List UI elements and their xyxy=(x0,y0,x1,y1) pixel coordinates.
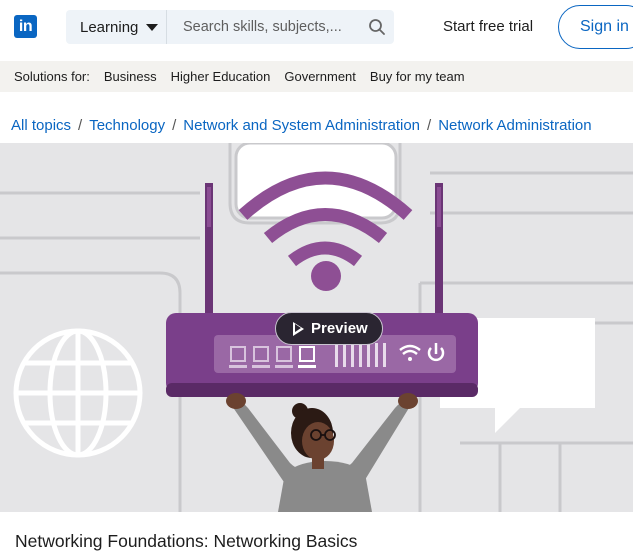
breadcrumb-separator: / xyxy=(427,117,432,134)
subnav-item-buy-for-team[interactable]: Buy for my team xyxy=(370,69,465,84)
subnav-item-business[interactable]: Business xyxy=(104,69,157,84)
breadcrumb: All topics / Technology / Network and System… xyxy=(11,117,592,134)
breadcrumb-network-system-admin[interactable]: Network and System Administration xyxy=(183,117,420,134)
preview-button[interactable]: Preview xyxy=(275,312,383,345)
solutions-subnav: Solutions for: Business Higher Education… xyxy=(0,61,633,92)
product-dropdown[interactable]: Learning xyxy=(66,10,167,44)
course-preview-image[interactable]: Preview xyxy=(0,143,633,512)
top-header: in Learning Start free trial Sign in xyxy=(0,0,633,56)
search-icon xyxy=(369,19,385,35)
breadcrumb-separator: / xyxy=(78,117,83,134)
product-label: Learning xyxy=(80,18,139,36)
search-bar: Learning xyxy=(66,10,394,44)
search-button[interactable] xyxy=(360,10,394,44)
chevron-down-icon xyxy=(146,23,159,31)
breadcrumb-separator: / xyxy=(172,117,177,134)
breadcrumb-all-topics[interactable]: All topics xyxy=(11,117,71,134)
globe-icon xyxy=(13,328,143,458)
course-title: Networking Foundations: Networking Basic… xyxy=(15,531,358,551)
subnav-label: Solutions for: xyxy=(14,69,90,84)
start-free-trial-link[interactable]: Start free trial xyxy=(443,18,533,35)
breadcrumb-technology[interactable]: Technology xyxy=(89,117,165,134)
person-figure xyxy=(226,393,418,512)
sign-in-button[interactable]: Sign in xyxy=(558,5,633,49)
subnav-item-higher-education[interactable]: Higher Education xyxy=(171,69,271,84)
search-input[interactable] xyxy=(168,10,358,44)
subnav-item-government[interactable]: Government xyxy=(284,69,356,84)
play-icon xyxy=(293,321,304,336)
preview-label: Preview xyxy=(311,320,368,337)
breadcrumb-network-admin[interactable]: Network Administration xyxy=(438,117,591,134)
linkedin-logo[interactable]: in xyxy=(14,15,37,38)
